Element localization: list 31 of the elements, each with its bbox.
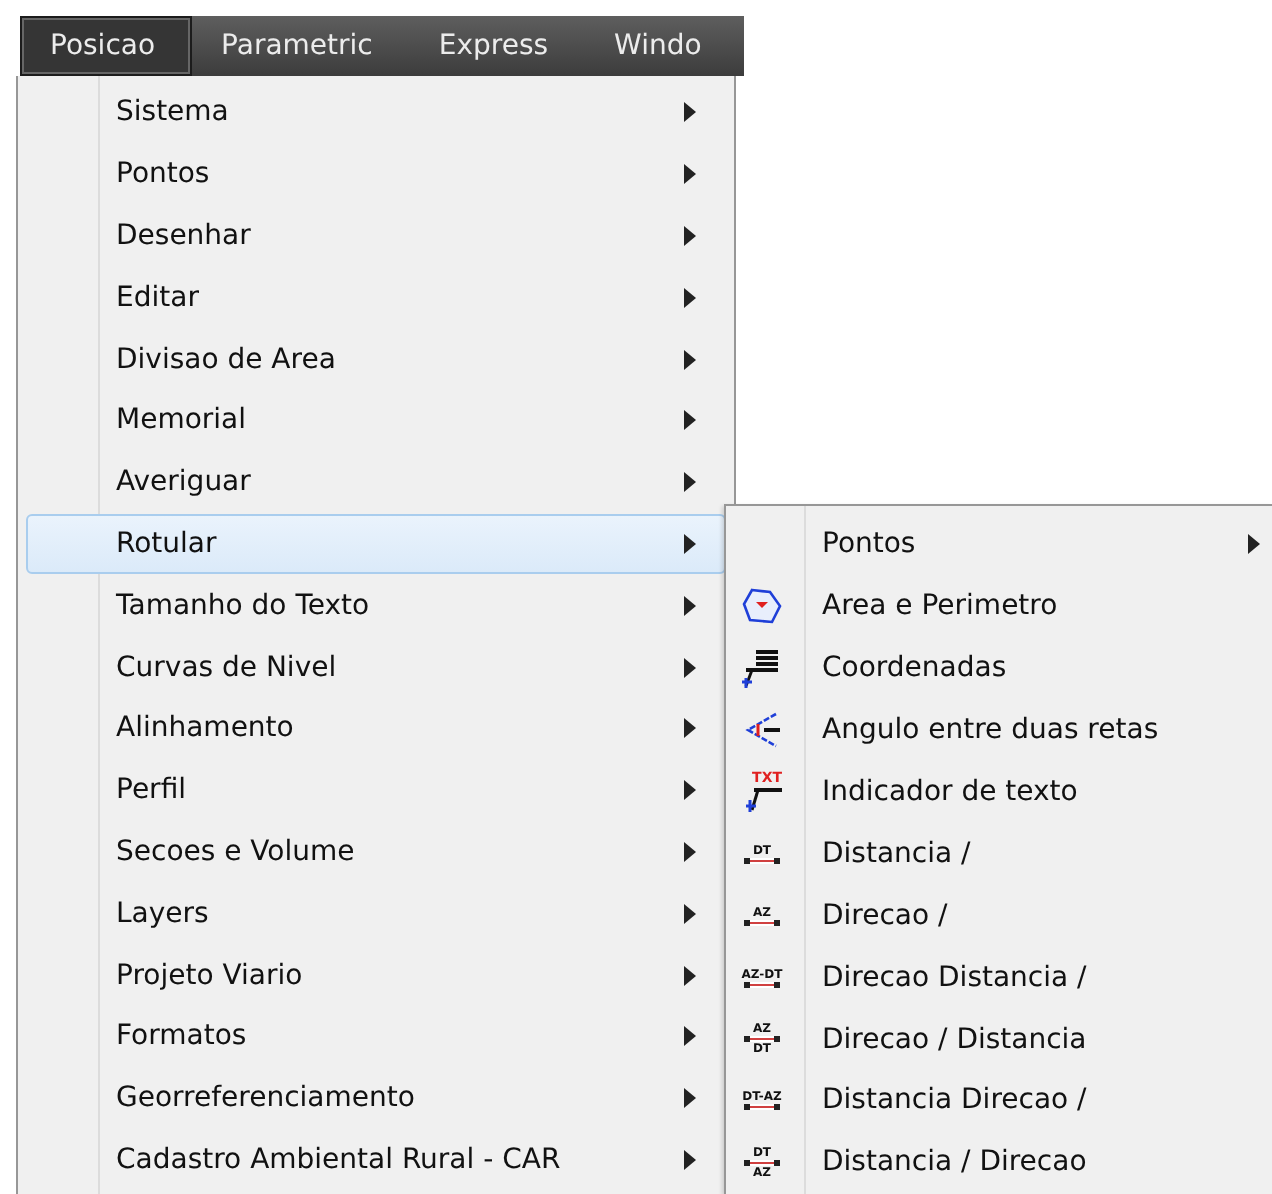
menu-bar-item[interactable]: Parametric <box>191 16 409 76</box>
menu-item[interactable]: Divisao de Area <box>26 328 726 390</box>
menu-item[interactable]: Desenhar <box>26 205 726 267</box>
leader-icon <box>740 646 784 691</box>
menu-item[interactable]: Cadastro Ambiental Rural - CAR <box>26 1129 726 1191</box>
menu-item[interactable]: Projeto Viario <box>26 944 726 1006</box>
menu-item[interactable]: Secoes e Volume <box>26 821 726 883</box>
menu-item[interactable]: Formatos <box>26 1005 726 1068</box>
leader-line-icon <box>742 785 782 813</box>
menu-bar-item[interactable]: Windo <box>584 16 738 76</box>
menu-bar-item[interactable]: Express <box>408 16 585 76</box>
menu-item[interactable]: Layers <box>26 882 726 945</box>
submenu-arrow-icon <box>1248 534 1260 555</box>
menu-item[interactable]: Tamanho do Texto <box>26 574 726 637</box>
menu-item[interactable]: Pontos <box>26 143 726 206</box>
menu-bar-item[interactable]: Posicao <box>20 16 192 76</box>
menu-item[interactable]: Rotular <box>26 513 726 575</box>
menu-item[interactable]: Angulo entre duas retas <box>726 699 1272 762</box>
menu-item[interactable]: Editar <box>26 266 726 329</box>
polygon-icon <box>740 586 784 627</box>
menu-item[interactable]: Pontos <box>726 514 1272 576</box>
menu-item[interactable]: Perfil <box>26 759 726 822</box>
menu-item[interactable]: Alinhamento <box>26 697 726 760</box>
angle-icon <box>740 710 784 751</box>
menu-item[interactable]: Averiguar <box>26 451 726 514</box>
menu-item[interactable]: Curvas de Nivel <box>26 636 726 698</box>
menu-item[interactable]: Sistema <box>26 82 726 144</box>
menu-item[interactable]: Area e Perimetro <box>726 575 1272 638</box>
menu-item[interactable]: Memorial <box>26 389 726 452</box>
menu-item[interactable]: Georreferenciamento <box>26 1067 726 1130</box>
menu-item[interactable]: Coordenadas <box>726 637 1272 700</box>
